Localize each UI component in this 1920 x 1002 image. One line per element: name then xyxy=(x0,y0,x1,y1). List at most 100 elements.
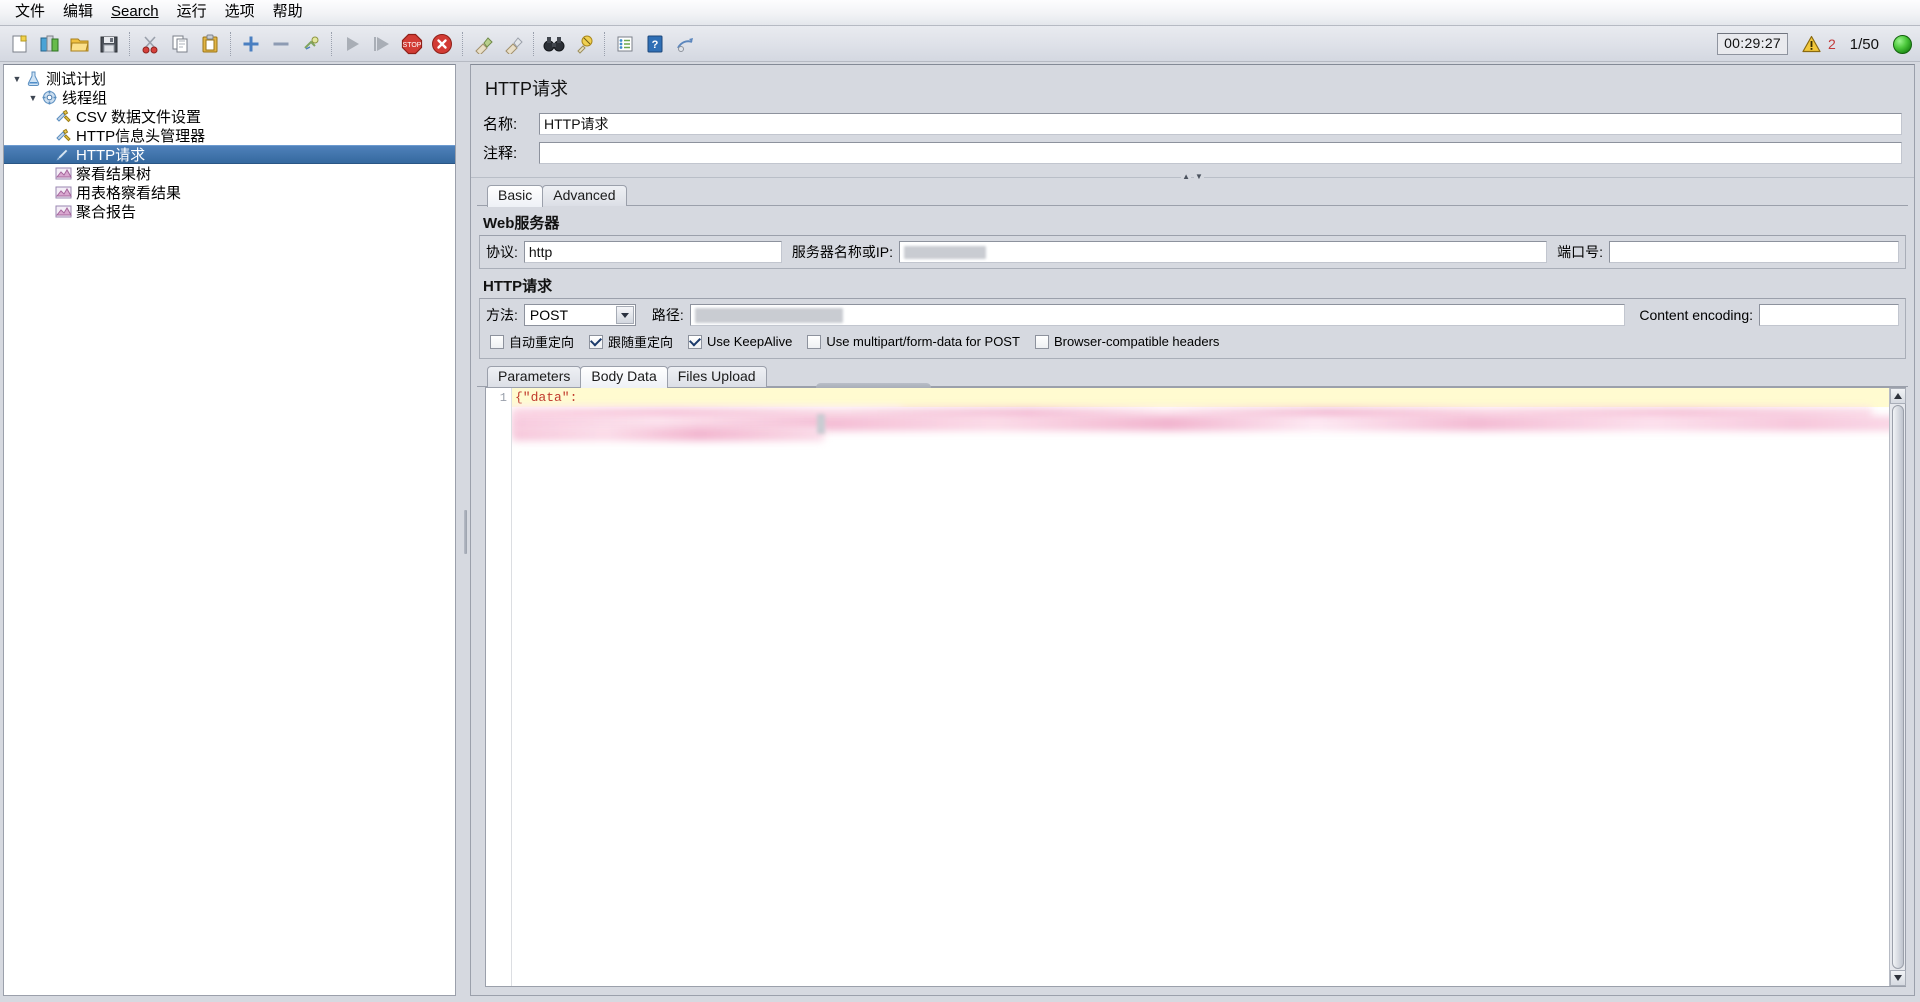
toolbar-separator xyxy=(604,31,605,56)
help-icon[interactable]: ? xyxy=(641,30,669,58)
follow-redirect-checkbox[interactable] xyxy=(589,334,604,349)
menu-edit[interactable]: 编辑 xyxy=(54,1,102,24)
menu-search[interactable]: Search xyxy=(102,1,168,24)
server-name-input[interactable] xyxy=(899,241,1548,263)
test-plan-tree[interactable]: ▼ 测试计划 ▼ 线程组 CSV 数据文件设置 HTTP信息头管理器 HTTP请… xyxy=(3,64,456,996)
tab-advanced[interactable]: Advanced xyxy=(542,185,627,206)
start-no-pauses-icon[interactable] xyxy=(368,30,396,58)
path-input[interactable] xyxy=(689,304,1626,326)
save-icon[interactable] xyxy=(95,30,123,58)
follow-redirect-label: 跟随重定向 xyxy=(608,335,674,350)
test-plan-tree-pane: ▼ 测试计划 ▼ 线程组 CSV 数据文件设置 HTTP信息头管理器 HTTP请… xyxy=(0,62,460,1002)
tab-basic[interactable]: Basic xyxy=(487,185,544,207)
tree-node-http-header-manager[interactable]: HTTP信息头管理器 xyxy=(4,126,455,145)
redacted-server-value xyxy=(904,245,987,259)
config-element-icon xyxy=(54,109,72,125)
new-icon[interactable] xyxy=(5,30,33,58)
editor-vertical-scrollbar[interactable] xyxy=(1889,388,1906,986)
browser-compatible-headers-label: Browser-compatible headers xyxy=(1053,334,1220,349)
tree-node-view-results-in-table[interactable]: 用表格察看结果 xyxy=(4,183,455,202)
svg-text:STOP: STOP xyxy=(403,42,422,49)
pane-splitter[interactable] xyxy=(460,62,470,1002)
shutdown-icon[interactable] xyxy=(428,30,456,58)
scroll-up-arrow-icon[interactable] xyxy=(1889,388,1906,404)
stop-icon[interactable]: STOP xyxy=(398,30,426,58)
body-data-editor[interactable]: 1 {"data": xyxy=(485,383,1906,987)
warning-indicator[interactable]: 2 xyxy=(1802,35,1836,53)
toolbar-separator xyxy=(462,31,463,56)
test-plan-icon xyxy=(24,71,42,87)
tree-node-aggregate-report[interactable]: 聚合报告 xyxy=(4,202,455,221)
toolbar-separator xyxy=(129,31,130,56)
method-label: 方法: xyxy=(486,307,518,323)
tree-node-csv-data-set[interactable]: CSV 数据文件设置 xyxy=(4,107,455,126)
redacted-body-brace xyxy=(817,414,825,434)
tree-node-view-results-tree[interactable]: 察看结果树 xyxy=(4,164,455,183)
http-request-group-body: 方法: POST 路径: Content encoding: 自动重定向 跟随重… xyxy=(479,298,1906,359)
browser-compatible-headers-checkbox[interactable] xyxy=(1034,334,1049,349)
port-input[interactable] xyxy=(1609,241,1899,263)
collapse-up-icon[interactable]: ▲ xyxy=(1181,173,1191,181)
menu-help[interactable]: 帮助 xyxy=(264,1,312,24)
tree-node-http-request[interactable]: HTTP请求 xyxy=(4,145,455,164)
protocol-label: 协议: xyxy=(486,244,518,260)
tree-node-label: 线程组 xyxy=(62,90,108,107)
undo-redo-icon[interactable] xyxy=(671,30,699,58)
open-icon[interactable] xyxy=(65,30,93,58)
splitter-grip[interactable] xyxy=(463,510,467,554)
search-binoculars-icon[interactable] xyxy=(540,30,568,58)
menu-options[interactable]: 选项 xyxy=(216,1,264,24)
editor-code-area[interactable]: {"data": xyxy=(512,388,1889,986)
server-name-label: 服务器名称或IP: xyxy=(791,244,894,260)
content-encoding-input[interactable] xyxy=(1759,304,1899,326)
comment-field-row: 注释: xyxy=(471,139,1914,166)
tree-node-thread-group[interactable]: ▼ 线程组 xyxy=(4,88,455,107)
use-multipart-checkbox[interactable] xyxy=(807,334,822,349)
menu-bar: 文件 编辑 Search 运行 选项 帮助 xyxy=(0,0,1920,26)
scroll-down-arrow-icon[interactable] xyxy=(1889,970,1906,986)
paste-icon[interactable] xyxy=(196,30,224,58)
templates-icon[interactable] xyxy=(35,30,63,58)
content-encoding-label: Content encoding: xyxy=(1639,307,1753,323)
menu-run[interactable]: 运行 xyxy=(168,1,216,24)
search-reset-icon[interactable] xyxy=(570,30,598,58)
clear-all-icon[interactable] xyxy=(499,30,527,58)
twisty-icon[interactable]: ▼ xyxy=(10,74,24,84)
use-keepalive-checkbox[interactable] xyxy=(688,334,703,349)
tab-body-data[interactable]: Body Data xyxy=(580,366,668,388)
comment-input[interactable] xyxy=(539,141,1902,164)
http-sampler-icon xyxy=(54,147,72,163)
copy-icon[interactable] xyxy=(166,30,194,58)
listener-icon xyxy=(54,185,72,201)
protocol-input[interactable]: http xyxy=(523,241,782,263)
method-select[interactable]: POST xyxy=(523,304,636,326)
svg-text:?: ? xyxy=(652,39,659,51)
start-icon[interactable] xyxy=(338,30,366,58)
collapse-all-icon[interactable] xyxy=(267,30,295,58)
clear-icon[interactable] xyxy=(469,30,497,58)
menu-file[interactable]: 文件 xyxy=(6,1,54,24)
code-line-1: {"data": xyxy=(512,388,1889,407)
tree-node-test-plan[interactable]: ▼ 测试计划 xyxy=(4,69,455,88)
warning-triangle-icon xyxy=(1802,35,1821,53)
http-request-group: HTTP请求 方法: POST 路径: Content encoding: 自动… xyxy=(479,273,1906,359)
tree-node-label: 用表格察看结果 xyxy=(76,185,182,202)
config-element-icon xyxy=(54,128,72,144)
toolbar-separator xyxy=(533,31,534,56)
toggle-icon[interactable] xyxy=(297,30,325,58)
chevron-down-icon[interactable] xyxy=(615,306,634,324)
auto-redirect-checkbox[interactable] xyxy=(490,334,504,349)
collapse-divider[interactable]: ▲ ▼ xyxy=(471,170,1914,184)
vertical-scroll-thumb[interactable] xyxy=(1891,405,1904,969)
function-helper-icon[interactable] xyxy=(611,30,639,58)
main-split: ▼ 测试计划 ▼ 线程组 CSV 数据文件设置 HTTP信息头管理器 HTTP请… xyxy=(0,62,1920,1002)
name-input[interactable]: HTTP请求 xyxy=(539,112,1902,135)
cut-icon[interactable] xyxy=(136,30,164,58)
collapse-down-icon[interactable]: ▼ xyxy=(1194,173,1204,181)
tab-files-upload[interactable]: Files Upload xyxy=(666,366,767,387)
expand-all-icon[interactable] xyxy=(237,30,265,58)
web-server-row: 协议: http 服务器名称或IP: 端口号: xyxy=(486,241,1899,263)
twisty-icon[interactable]: ▼ xyxy=(26,93,40,103)
toolbar-status-area: 00:29:27 2 1/50 xyxy=(1717,26,1912,62)
tab-parameters[interactable]: Parameters xyxy=(487,366,582,387)
